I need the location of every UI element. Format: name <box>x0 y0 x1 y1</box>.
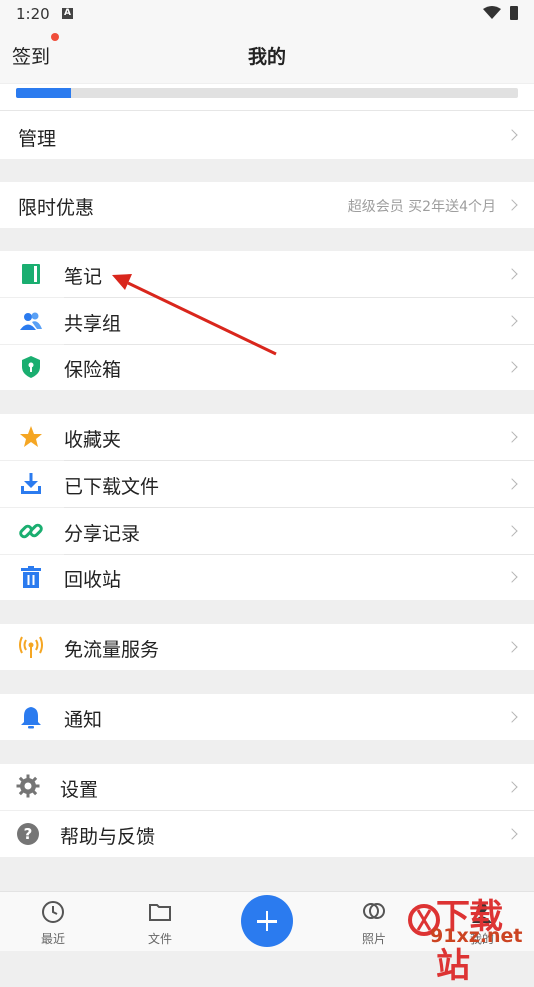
trash-icon <box>21 566 41 588</box>
notification-a-icon: A <box>62 8 73 19</box>
storage-progress <box>0 84 534 110</box>
group-icon <box>20 312 42 330</box>
list-item-label: 帮助与反馈 <box>60 826 156 848</box>
chevron-right-icon <box>506 315 518 327</box>
list-item-label: 设置 <box>60 779 99 801</box>
list-item-notifications[interactable]: 通知 <box>0 694 534 740</box>
manage-row[interactable]: 管理 <box>0 111 534 159</box>
chevron-right-icon <box>506 478 518 490</box>
battery-icon <box>510 6 518 20</box>
help-icon: ? <box>17 823 39 845</box>
status-time: 1:20 <box>16 5 50 23</box>
chevron-right-icon <box>506 781 518 793</box>
signal-icon <box>19 636 43 658</box>
chevron-right-icon <box>506 711 518 723</box>
list-item-recycle-bin[interactable]: 回收站 <box>0 555 534 600</box>
list-item-favorites[interactable]: 收藏夹 <box>0 414 534 460</box>
list-item-shared-group[interactable]: 共享组 <box>0 298 534 344</box>
list-item-downloads[interactable]: 已下载文件 <box>0 461 534 507</box>
folder-icon <box>149 904 171 921</box>
list-item-label: 回收站 <box>64 569 122 591</box>
list-item-label: 笔记 <box>64 266 103 288</box>
list-item-notes[interactable]: 笔记 <box>0 251 534 297</box>
chevron-right-icon <box>506 129 518 141</box>
download-icon <box>21 473 41 494</box>
list-item-label: 免流量服务 <box>64 639 160 661</box>
page-title: 我的 <box>247 46 286 68</box>
nav-files[interactable]: 文件 <box>130 900 190 947</box>
star-icon <box>20 426 42 447</box>
header: 签到 我的 <box>0 28 534 83</box>
nav-label: 文件 <box>147 932 172 946</box>
add-button[interactable] <box>241 895 293 947</box>
list-item-share-history[interactable]: 分享记录 <box>0 508 534 554</box>
list-item-label: 已下载文件 <box>64 476 160 498</box>
list-item-label: 收藏夹 <box>64 429 122 451</box>
list-item-free-data[interactable]: 免流量服务 <box>0 624 534 670</box>
note-icon <box>22 264 40 284</box>
link-icon <box>19 523 43 539</box>
chevron-right-icon <box>506 268 518 280</box>
bell-icon <box>21 707 41 729</box>
list-item-label: 保险箱 <box>64 359 122 381</box>
signin-badge-dot <box>51 33 59 41</box>
manage-label: 管理 <box>18 128 57 150</box>
chevron-right-icon <box>506 525 518 537</box>
status-bar: 1:20 A <box>0 0 534 28</box>
list-item-label: 通知 <box>64 709 103 731</box>
chevron-right-icon <box>506 361 518 373</box>
wifi-icon <box>483 6 501 19</box>
clock-icon <box>42 901 64 923</box>
list-item-label: 分享记录 <box>64 523 141 545</box>
list-item-help[interactable]: ? 帮助与反馈 <box>0 811 534 857</box>
watermark-site: 91xz.net <box>430 925 523 947</box>
list-item-settings[interactable]: 设置 <box>0 764 534 810</box>
chevron-right-icon <box>506 571 518 583</box>
shield-icon <box>22 356 40 378</box>
chevron-right-icon <box>506 199 518 211</box>
photo-icon <box>363 903 385 919</box>
promo-row[interactable]: 限时优惠 超级会员 买2年送4个月 <box>0 182 534 228</box>
promo-label: 限时优惠 <box>18 197 95 219</box>
storage-progress-fill <box>16 88 72 98</box>
promo-detail: 超级会员 买2年送4个月 <box>347 199 496 215</box>
nav-photos[interactable]: 照片 <box>344 900 404 947</box>
storage-progress-track <box>16 88 518 98</box>
nav-label: 照片 <box>361 932 386 946</box>
svg-text:?: ? <box>24 825 33 843</box>
chevron-right-icon <box>506 431 518 443</box>
nav-label: 最近 <box>40 932 65 946</box>
chevron-right-icon <box>506 828 518 840</box>
nav-recent[interactable]: 最近 <box>23 900 83 947</box>
chevron-right-icon <box>506 641 518 653</box>
list-item-label: 共享组 <box>64 313 122 335</box>
gear-icon <box>16 774 40 798</box>
list-item-vault[interactable]: 保险箱 <box>0 345 534 390</box>
